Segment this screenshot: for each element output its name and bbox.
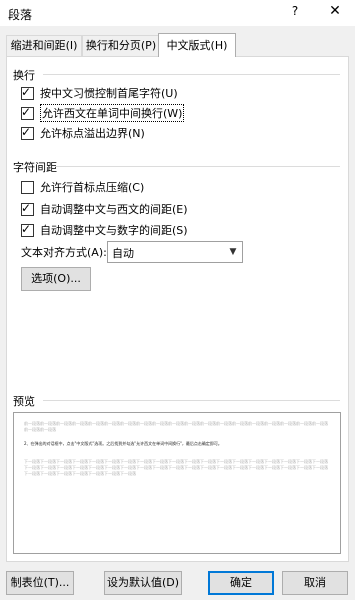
- checkbox-label: 自动调整中文与数字的间距(S): [40, 224, 188, 237]
- check-icon: ✓: [21, 200, 32, 215]
- preview-after-text: 下一段落下一段落下一段落下一段落下一段落下一段落下一段落下一段落下一段落下一段落…: [24, 459, 328, 476]
- help-button[interactable]: ?: [285, 4, 305, 22]
- chevron-down-icon: ▼: [229, 247, 237, 257]
- set-default-button[interactable]: 设为默认值(D): [104, 571, 182, 595]
- checkbox-row-latin-word-wrap[interactable]: ✓ 允许西文在单词中间换行(W): [21, 104, 185, 122]
- line-break-group-title: 换行: [13, 69, 35, 82]
- cancel-button[interactable]: 取消: [282, 571, 348, 595]
- check-icon: ✓: [21, 124, 32, 139]
- text-alignment-label: 文本对齐方式(A):: [21, 246, 107, 259]
- title-bar: 段落 ? ✕: [0, 0, 355, 26]
- preview-before-text: 前一段落前一段落前一段落前一段落前一段落前一段落前一段落前一段落前一段落前一段落…: [24, 421, 328, 432]
- close-button[interactable]: ✕: [325, 3, 345, 21]
- preview-box: 前一段落前一段落前一段落前一段落前一段落前一段落前一段落前一段落前一段落前一段落…: [13, 412, 341, 554]
- options-button[interactable]: 选项(O)...: [21, 267, 91, 291]
- tabs-button[interactable]: 制表位(T)...: [6, 571, 74, 595]
- tab-panel: 换行 ✓ 按中文习惯控制首尾字符(U) ✓ 允许西文在单词中间换行(W) ✓ 允…: [6, 56, 349, 562]
- checkbox[interactable]: ✓: [21, 104, 34, 120]
- tab-indent-spacing[interactable]: 缩进和间距(I): [6, 35, 82, 56]
- checkbox-row-asian-number-spacing[interactable]: ✓ 自动调整中文与数字的间距(S): [21, 222, 188, 238]
- checkbox-label: 允许行首标点压缩(C): [40, 181, 145, 194]
- checkbox-label: 允许标点溢出边界(N): [40, 127, 145, 140]
- divider: [43, 400, 340, 401]
- char-spacing-group-title: 字符间距: [13, 161, 57, 174]
- divider: [55, 166, 340, 167]
- checkbox-row-hanging-punctuation[interactable]: ✓ 允许标点溢出边界(N): [21, 125, 145, 141]
- checkbox-label: 允许西文在单词中间换行(W): [40, 104, 185, 122]
- checkbox-label: 自动调整中文与西文的间距(E): [40, 203, 188, 216]
- preview-main-text: 2、在弹出的对话框中，点击"中文版式"选项。之后找到并勾选"允许西文在单词中间换…: [24, 441, 222, 446]
- checkbox-row-compress-punctuation[interactable]: 允许行首标点压缩(C): [21, 179, 144, 195]
- checkbox[interactable]: ✓: [21, 200, 34, 216]
- checkbox-row-first-last-chars[interactable]: ✓ 按中文习惯控制首尾字符(U): [21, 85, 178, 101]
- check-icon: ✓: [21, 104, 32, 119]
- ok-button[interactable]: 确定: [208, 571, 274, 595]
- text-alignment-select[interactable]: 自动 ▼: [107, 241, 243, 263]
- button-bar: 制表位(T)... 设为默认值(D) 确定 取消: [0, 566, 355, 600]
- checkbox[interactable]: [21, 180, 34, 194]
- check-icon: ✓: [21, 221, 32, 236]
- checkbox[interactable]: ✓: [21, 84, 34, 100]
- preview-title: 预览: [13, 395, 35, 408]
- checkbox[interactable]: ✓: [21, 124, 34, 140]
- check-icon: ✓: [21, 84, 32, 99]
- text-alignment-value: 自动: [112, 247, 134, 260]
- checkbox[interactable]: ✓: [21, 221, 34, 237]
- tab-asian-typography[interactable]: 中文版式(H): [158, 33, 236, 57]
- checkbox-label: 按中文习惯控制首尾字符(U): [40, 87, 178, 100]
- divider: [43, 74, 340, 75]
- dialog-title: 段落: [8, 8, 33, 22]
- tab-line-page-breaks[interactable]: 换行和分页(P): [82, 35, 160, 56]
- checkbox-row-asian-latin-spacing[interactable]: ✓ 自动调整中文与西文的间距(E): [21, 201, 188, 217]
